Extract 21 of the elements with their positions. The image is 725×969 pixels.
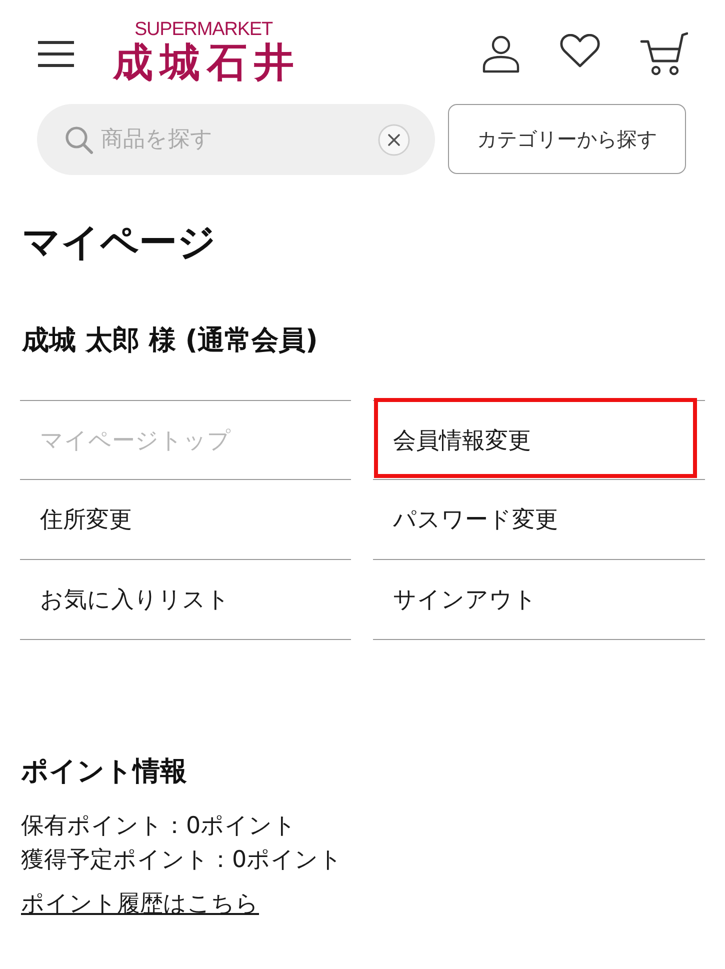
menu-item[interactable]: 会員情報変更 (373, 400, 705, 480)
cart-icon[interactable] (640, 32, 688, 76)
points-text: 獲得予定ポイント：0ポイント (21, 846, 343, 875)
menu-item[interactable]: お気に入りリスト (20, 560, 351, 640)
page-title: マイページ (22, 219, 216, 265)
search-field[interactable]: 商品を探す (37, 104, 435, 175)
search-icon (65, 126, 93, 154)
logo-wordmark[interactable]: 成城石井 (113, 40, 301, 86)
points-text: 保有ポイント：0ポイント (21, 812, 297, 841)
section-title: ポイント情報 (21, 755, 187, 789)
points-history-link[interactable]: ポイント履歴はこちら (21, 887, 259, 921)
logo-tagline: SUPERMARKET (134, 20, 273, 40)
member-name: 成城 太郎 様 (通常会員) (22, 324, 318, 358)
menu-item[interactable]: サインアウト (373, 560, 705, 640)
account-icon[interactable] (482, 35, 520, 73)
category-button[interactable]: カテゴリーから探す (448, 104, 686, 174)
menu-icon[interactable] (38, 41, 74, 67)
heart-icon[interactable] (560, 34, 600, 68)
clear-icon[interactable] (378, 124, 410, 156)
menu-item[interactable]: 住所変更 (20, 480, 351, 560)
menu-item[interactable]: パスワード変更 (373, 480, 705, 560)
